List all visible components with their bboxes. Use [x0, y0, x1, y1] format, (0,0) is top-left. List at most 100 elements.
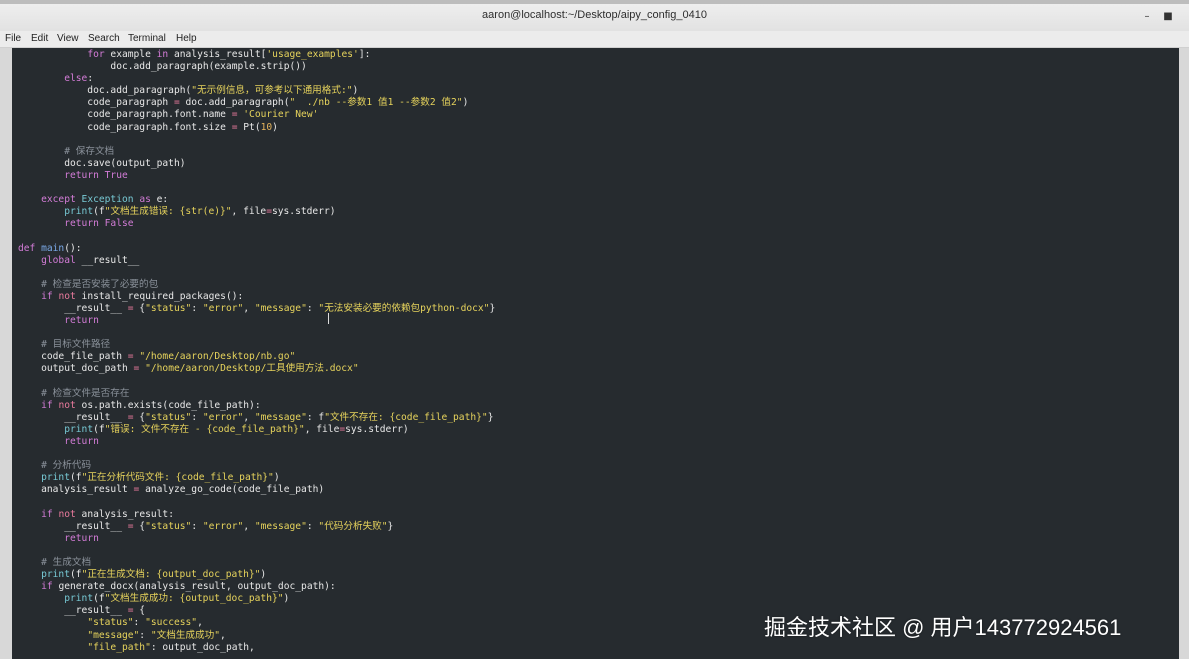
code-token: not: [58, 290, 76, 302]
menu-terminal[interactable]: Terminal: [128, 33, 166, 44]
code-line: code_paragraph.font.name = 'Courier New': [18, 109, 495, 121]
code-token: sys.stderr): [345, 423, 409, 435]
code-token: "error": [202, 302, 244, 314]
code-line: [18, 327, 495, 339]
code-line: [18, 496, 495, 508]
code-line: return: [18, 436, 495, 448]
code-line: # 目标文件路径: [18, 339, 495, 351]
code-token: :: [191, 411, 203, 423]
code-line: code_file_path = "/home/aaron/Desktop/nb…: [18, 351, 495, 363]
code-token: def: [18, 242, 36, 254]
code-line: # 分析代码: [18, 460, 495, 472]
code-line: return True: [18, 170, 495, 182]
minimize-icon[interactable]: –: [1139, 10, 1155, 24]
code-line: print(f"文档生成错误: {str(e)}", file=sys.stde…: [18, 206, 495, 218]
code-token: (f: [93, 593, 105, 605]
code-line: print(f"文档生成成功: {output_doc_path}"): [18, 593, 495, 605]
code-token: code_paragraph.font.size: [18, 121, 232, 133]
menu-file[interactable]: File: [5, 33, 21, 44]
code-line: code_paragraph.font.size = Pt(10): [18, 122, 495, 134]
code-token: "文档生成成功: {output_doc_path}": [104, 593, 284, 605]
code-line: print(f"错误: 文件不存在 - {code_file_path}", f…: [18, 424, 495, 436]
code-token: code_file_path: [18, 351, 128, 363]
code-line: output_doc_path = "/home/aaron/Desktop/工…: [18, 363, 495, 375]
code-token: "无示例信息，可参考以下通用格式:": [191, 85, 353, 97]
code-token: code_paragraph: [18, 97, 174, 109]
code-token: # 检查文件是否存在: [41, 387, 130, 399]
code-token: " ./nb --参数1 值1 --参数2 值2": [289, 97, 463, 109]
code-line: except Exception as e:: [18, 194, 495, 206]
code-line: for example in analysis_result['usage_ex…: [18, 49, 495, 61]
menu-bar: File Edit View Search Terminal Help: [0, 31, 1189, 48]
code-token: "status": [145, 411, 192, 423]
code-token: (f: [70, 569, 82, 581]
code-token: if: [41, 290, 53, 302]
code-line: [18, 448, 495, 460]
menu-edit[interactable]: Edit: [31, 33, 48, 44]
window-title: aaron@localhost:~/Desktop/aipy_config_04…: [482, 9, 707, 21]
code-token: "message": [254, 302, 307, 314]
code-token: "error": [202, 411, 244, 423]
code-token: for: [87, 49, 105, 60]
code-token: # 目标文件路径: [41, 339, 111, 351]
code-token: :: [87, 73, 94, 85]
code-line: print(f"正在生成文档: {output_doc_path}"): [18, 569, 495, 581]
code-line: [18, 182, 495, 194]
code-token: "message": [87, 629, 140, 641]
code-token: False: [104, 218, 134, 230]
code-token: code_paragraph.font.name: [18, 109, 232, 121]
code-token: # 保存文档: [64, 145, 115, 157]
menu-search[interactable]: Search: [88, 33, 120, 44]
code-token: "message": [254, 520, 307, 532]
menu-view[interactable]: View: [57, 33, 79, 44]
code-token: 'usage_examples': [266, 49, 359, 60]
code-token: ): [283, 593, 290, 605]
code-token: global: [41, 254, 76, 266]
menu-help[interactable]: Help: [176, 33, 197, 44]
code-line: analysis_result = analyze_go_code(code_f…: [18, 484, 495, 496]
code-token: (f: [93, 423, 105, 435]
code-token: 'Courier New': [243, 109, 319, 121]
code-line: __result__ = {"status": "error", "messag…: [18, 412, 495, 424]
code-line: [18, 134, 495, 146]
code-line: "message": "文档生成成功",: [18, 630, 495, 642]
code-token: analyze_go_code(code_file_path): [139, 484, 325, 496]
code-token: return: [64, 315, 99, 327]
code-token: in: [156, 49, 169, 60]
code-token: ():: [64, 242, 82, 254]
code-line: # 生成文档: [18, 557, 495, 569]
code-token: sys.stderr): [271, 206, 336, 218]
code-token: : output_doc_path,: [150, 641, 255, 653]
code-token: :: [139, 629, 151, 641]
code-token: 10: [260, 121, 273, 133]
maximize-icon[interactable]: ■: [1160, 10, 1176, 24]
code-line: return: [18, 533, 495, 545]
window-scrollbar-area[interactable]: [1179, 48, 1189, 659]
code-line: return False: [18, 218, 495, 230]
window-titlebar[interactable]: aaron@localhost:~/Desktop/aipy_config_04…: [0, 0, 1189, 32]
code-token: __result__: [18, 302, 128, 314]
terminal-output[interactable]: for example in analysis_result['usage_ex…: [12, 48, 1179, 659]
code-token: "file_path": [87, 641, 151, 653]
code-token: "错误: 文件不存在 - {code_file_path}": [104, 423, 305, 435]
code-token: doc.save(output_path): [18, 157, 186, 169]
code-token: not: [58, 508, 76, 520]
code-line: print(f"正在分析代码文件: {code_file_path}"): [18, 472, 495, 484]
code-token: if: [41, 581, 53, 593]
code-token: Exception: [81, 194, 134, 206]
code-line: code_paragraph = doc.add_paragraph(" ./n…: [18, 97, 495, 109]
